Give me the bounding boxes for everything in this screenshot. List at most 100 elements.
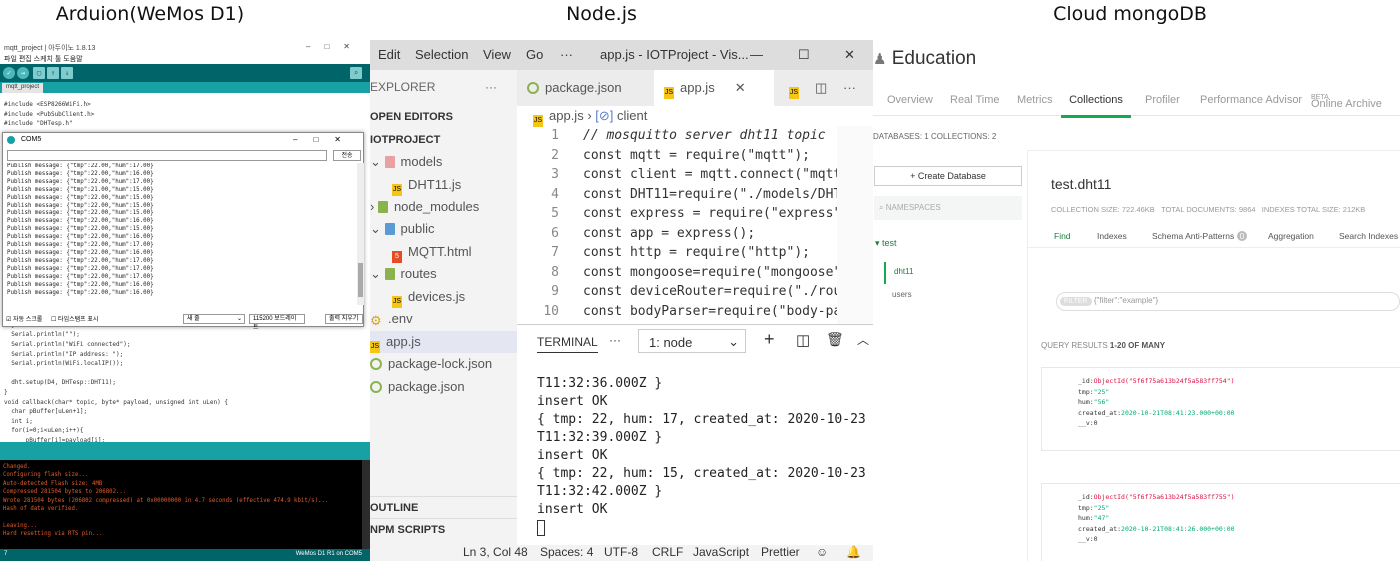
menu-go[interactable]: Go — [526, 47, 543, 62]
project-header[interactable]: IOTPROJECT — [370, 129, 517, 151]
terminal-select[interactable]: 1: node ⌄ — [638, 329, 746, 353]
outline-header[interactable]: OUTLINE — [370, 496, 517, 518]
window-title: app.js - IOTProject - Vis... — [600, 47, 749, 62]
status-language[interactable]: JavaScript — [693, 545, 749, 559]
menu-edit[interactable]: Edit — [378, 47, 400, 62]
menu-selection[interactable]: Selection — [415, 47, 468, 62]
tree-models[interactable]: ⌄ models — [370, 151, 517, 173]
line-number: 8 — [551, 264, 559, 280]
minimap[interactable] — [837, 126, 873, 324]
explorer-sidebar: EXPLORER ··· OPEN EDITORS IOTPROJECT ⌄ mo… — [370, 70, 517, 561]
feedback-icon[interactable]: ☺ — [816, 545, 828, 559]
nav-real-time[interactable]: Real Time — [950, 94, 1000, 106]
code-line: void callback(char* topic, byte* payload… — [4, 398, 228, 406]
new-terminal-icon[interactable]: + — [764, 329, 775, 350]
menu-view[interactable]: View — [483, 47, 511, 62]
nav-profiler[interactable]: Profiler — [1145, 94, 1180, 106]
maximize-icon[interactable]: ☐ — [798, 47, 810, 63]
nav-online-archive[interactable]: Online Archive BETA — [1311, 94, 1382, 110]
db-test[interactable]: ▾ test — [875, 238, 897, 249]
open-icon[interactable]: ↑ — [47, 67, 59, 79]
send-button[interactable]: 전송 — [333, 150, 361, 161]
tree-env[interactable]: ⚙ .env — [370, 308, 517, 330]
terminal-output[interactable]: T11:32:36.000Z } insert OK { tmp: 22, hum:… — [537, 375, 866, 536]
menu-more[interactable]: ··· — [560, 47, 573, 62]
status-spaces[interactable]: Spaces: 4 — [540, 545, 593, 559]
nav-performance-advisor[interactable]: Performance Advisor — [1200, 94, 1302, 106]
baud-select[interactable]: 115200 보드레이트 — [249, 314, 305, 331]
collection-dht11[interactable]: dht11 — [884, 262, 921, 284]
terminal-tab[interactable]: TERMINAL — [537, 335, 598, 353]
scroll-thumb[interactable] — [358, 263, 363, 297]
serial-line: Publish message: {"tmp":22.00,"hum":15.0… — [7, 226, 154, 233]
serial-input[interactable] — [7, 150, 327, 161]
minimize-icon[interactable]: — — [750, 47, 763, 62]
tree-routes[interactable]: ⌄ routes — [370, 263, 517, 285]
serial-scrollbar[interactable] — [357, 163, 364, 305]
chevron-up-icon[interactable]: ︿ — [857, 331, 869, 348]
status-prettier[interactable]: Prettier — [761, 545, 800, 559]
subtab-indexes[interactable]: Indexes — [1097, 231, 1127, 241]
code-bottom: } Serial.println(""); Serial.println("Wi… — [4, 321, 366, 446]
arduino-menu[interactable]: 파일 편집 스케치 툴 도움말 — [0, 53, 370, 64]
console-line: Changed. — [3, 464, 31, 470]
more-icon[interactable]: ··· — [485, 76, 497, 98]
document-card[interactable]: _id:ObjectId("5f6f75a613b24f5a583ff755")… — [1041, 483, 1400, 561]
symbol-icon: [⊘] — [595, 108, 614, 123]
subtab-search-indexes[interactable]: Search Indexes — [1339, 231, 1398, 241]
console-scrollbar[interactable] — [362, 460, 370, 550]
open-editors-header[interactable]: OPEN EDITORS — [370, 106, 517, 128]
chevron-right-icon: › — [370, 199, 378, 214]
trash-icon[interactable]: 🗑 — [826, 331, 844, 348]
save-icon[interactable]: ↓ — [61, 67, 73, 79]
tree-app-js[interactable]: JS app.js — [370, 331, 517, 353]
nav-metrics[interactable]: Metrics — [1017, 94, 1052, 106]
status-eol[interactable]: CRLF — [652, 545, 683, 559]
more-actions-icon[interactable]: ··· — [833, 70, 866, 106]
nav-overview[interactable]: Overview — [887, 94, 933, 106]
serial-line: Publish message: {"tmp":22.00,"hum":15.0… — [7, 194, 154, 201]
filter-label: FILTER — [1060, 297, 1092, 306]
close-icon[interactable]: ✕ — [844, 47, 855, 63]
code-editor[interactable]: package.json JS app.js ✕ JS ◫ ··· JS app.js… — [517, 70, 873, 324]
subtab-aggregation[interactable]: Aggregation — [1268, 231, 1314, 241]
tab-app-js[interactable]: JS app.js ✕ — [654, 70, 774, 106]
filter-input[interactable]: {"filter":"example"} — [1094, 296, 1158, 305]
tree-mqtt-html[interactable]: 5 MQTT.html — [370, 241, 517, 263]
tree-node-modules[interactable]: › node_modules — [370, 196, 517, 218]
tree-package-lock[interactable]: package-lock.json — [370, 353, 517, 375]
serial-monitor-icon[interactable]: ⌕ — [350, 67, 362, 79]
tab-mqtt-project[interactable]: mqtt_project — [2, 83, 44, 93]
terminal-more-icon[interactable]: ··· — [609, 333, 621, 347]
document-card[interactable]: _id:ObjectId("5f6f75a613b24f5a583ff754")… — [1041, 367, 1400, 451]
tree-package-json[interactable]: package.json — [370, 376, 517, 398]
subtab-find[interactable]: Find — [1054, 231, 1071, 241]
verify-icon[interactable]: ✓ — [3, 67, 15, 79]
tab-package-json[interactable]: package.json — [517, 70, 654, 106]
nav-collections[interactable]: Collections — [1061, 94, 1131, 118]
upload-icon[interactable]: → — [17, 67, 29, 79]
status-position[interactable]: Ln 3, Col 48 — [463, 545, 528, 559]
bell-icon[interactable]: 🔔 — [846, 545, 861, 559]
line-ending-select[interactable]: 새 줄 ⌄ — [183, 314, 245, 324]
tree-dht11[interactable]: JS DHT11.js — [370, 174, 517, 196]
tree-public[interactable]: ⌄ public — [370, 218, 517, 240]
new-icon[interactable]: ▢ — [33, 67, 45, 79]
window-controls[interactable]: –□✕ — [306, 42, 364, 51]
npm-scripts-header[interactable]: NPM SCRIPTS — [370, 518, 517, 540]
create-database-button[interactable]: + Create Database — [874, 166, 1022, 186]
subtab-anti-patterns[interactable]: Schema Anti-Patterns 0 — [1152, 231, 1248, 241]
namespace-search[interactable]: ⌕ NAMESPACES — [874, 196, 1022, 220]
collection-users[interactable]: users — [892, 290, 912, 299]
status-encoding[interactable]: UTF-8 — [604, 545, 638, 559]
timestamp-checkbox[interactable]: ☐ 타임스탬프 표시 — [51, 314, 98, 323]
autoscroll-checkbox[interactable]: ☑ 자동 스크롤 — [6, 314, 42, 323]
tree-devices[interactable]: JS devices.js — [370, 286, 517, 308]
filter-bar[interactable]: FILTER {"filter":"example"} — [1056, 292, 1400, 311]
console-line: Leaving... — [3, 522, 38, 529]
clear-output-button[interactable]: 출력 지우기 — [325, 314, 363, 324]
serial-window-controls[interactable]: –□✕ — [293, 135, 357, 144]
terminal-line: { tmp: 22, hum: 15, created_at: 2020-10-… — [537, 466, 866, 481]
split-terminal-icon[interactable]: ◫ — [796, 331, 810, 349]
tab-close-icon[interactable]: ✕ — [735, 80, 746, 95]
